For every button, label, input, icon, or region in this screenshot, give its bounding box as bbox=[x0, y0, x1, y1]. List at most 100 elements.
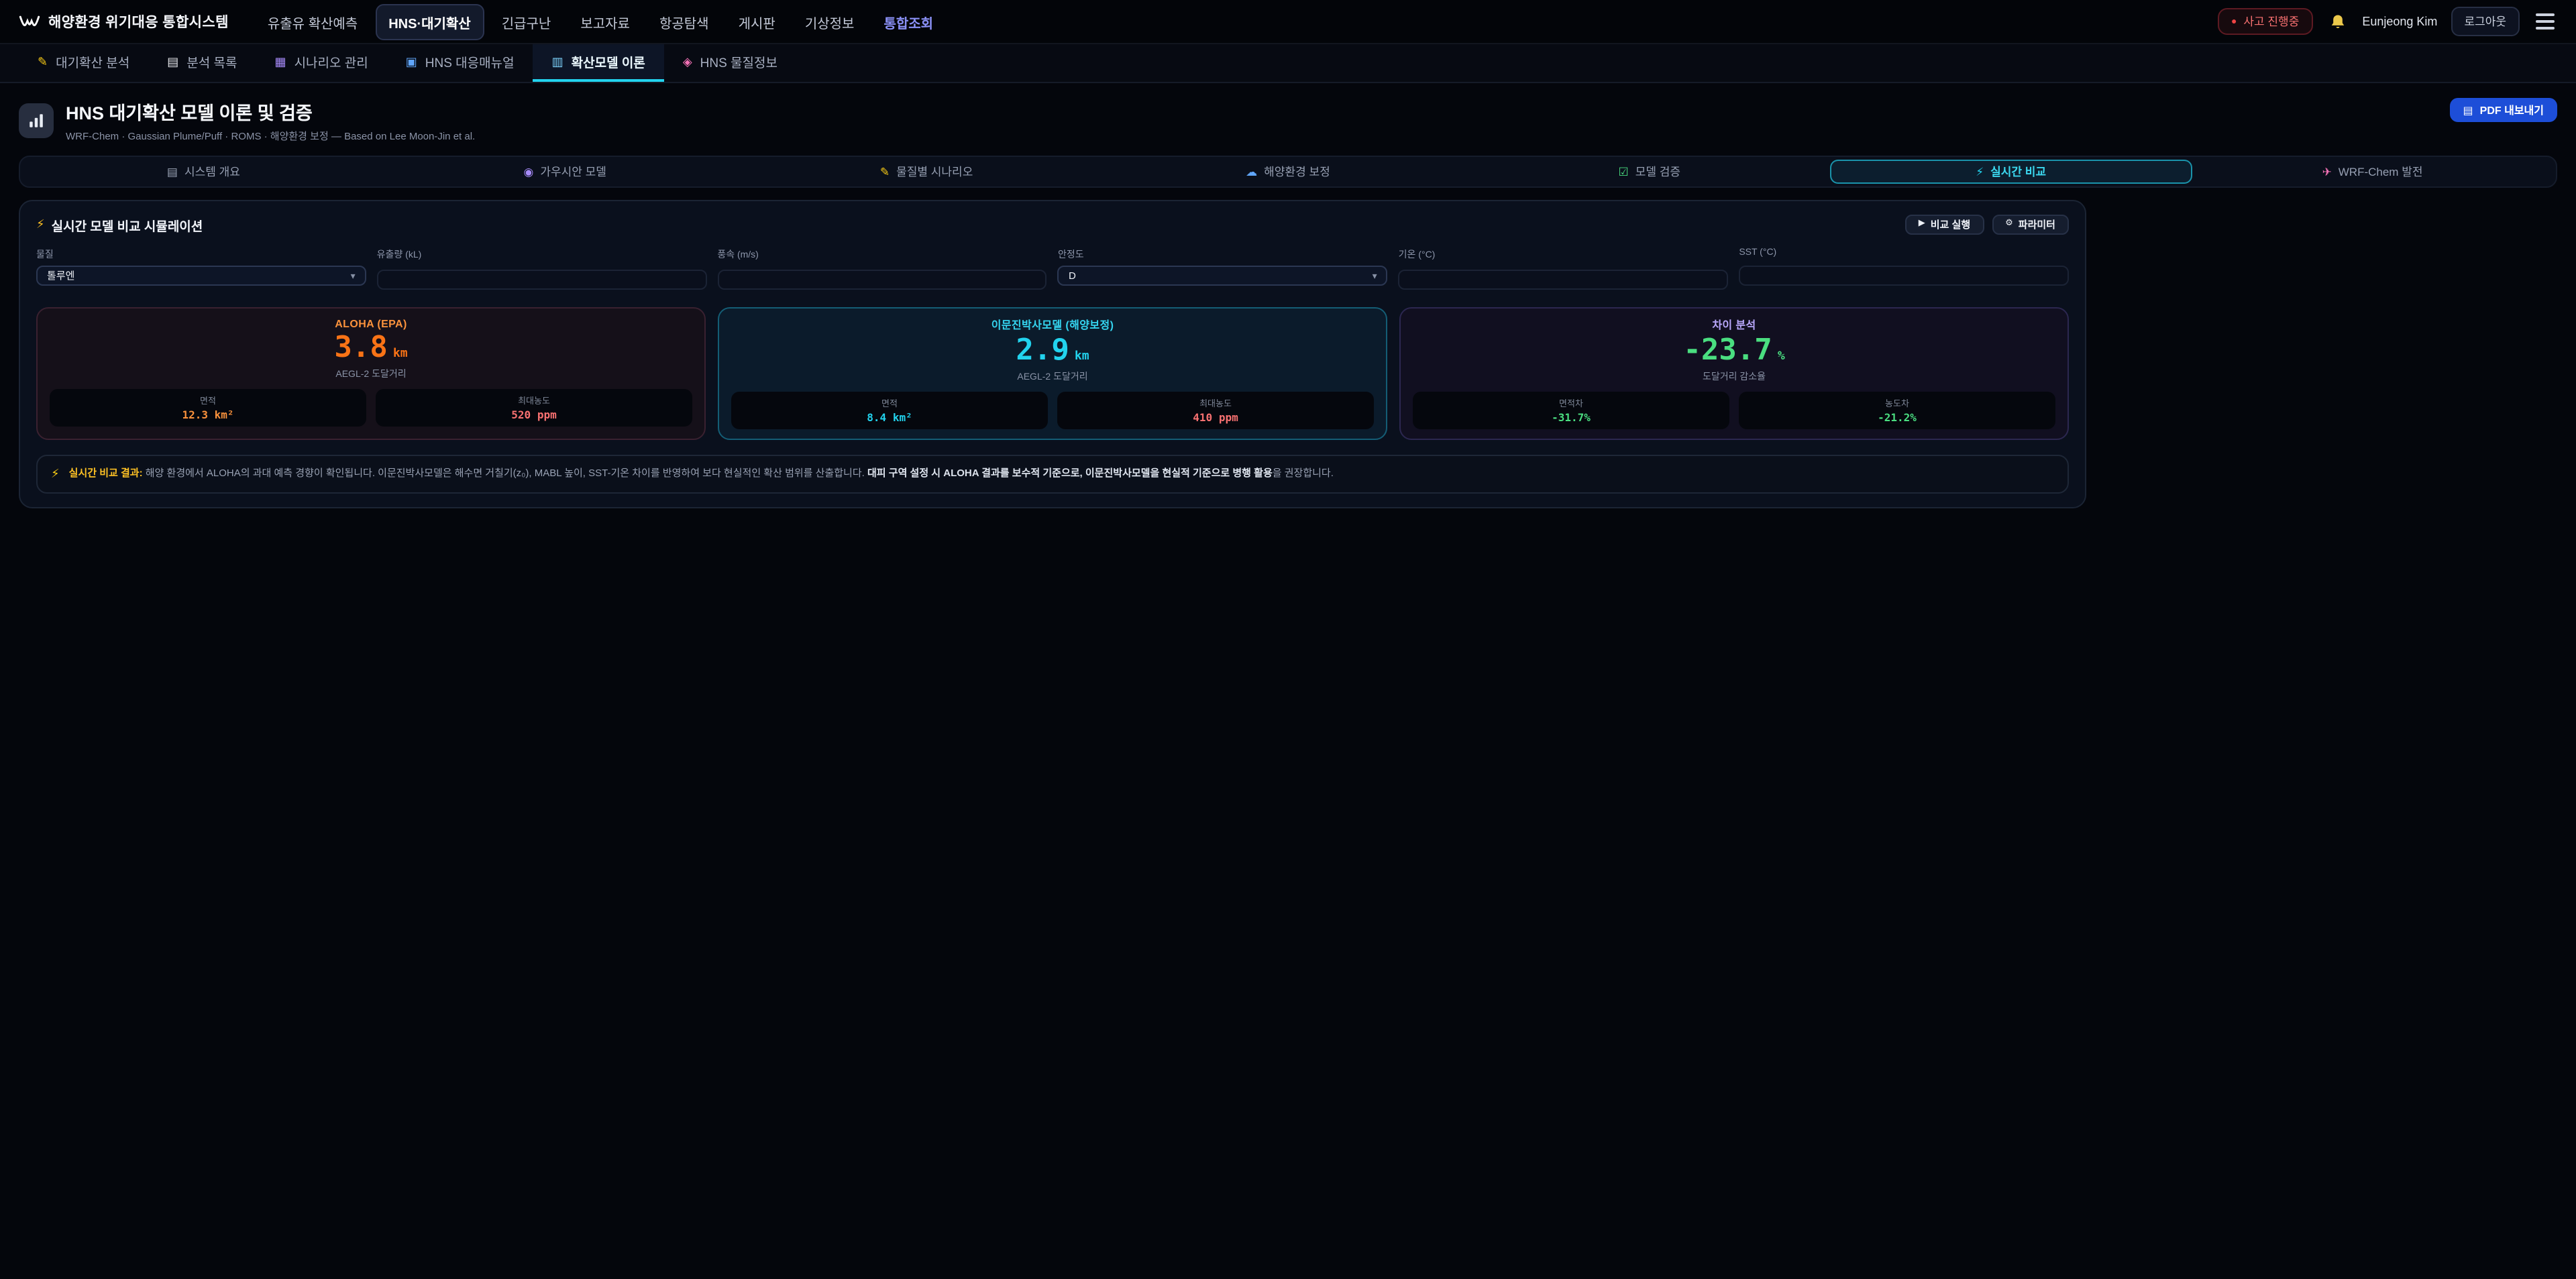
nav-item-board[interactable]: 게시판 bbox=[727, 5, 788, 38]
tab-label: 대기확산 분석 bbox=[56, 52, 129, 71]
tab-label: 확산모델 이론 bbox=[572, 52, 645, 71]
section-item-marine-correction[interactable]: ☁ 해양환경 보정 bbox=[1108, 160, 1469, 184]
comparison-note-text: 실시간 비교 결과: 해양 환경에서 ALOHA의 과대 예측 경향이 확인됩니… bbox=[69, 465, 1334, 481]
model-card-aloha: ALOHA (EPA) 3.8 km AEGL-2 도달거리 면적 12.3 k… bbox=[36, 307, 706, 440]
stability-select[interactable]: D ▾ bbox=[1058, 266, 1388, 286]
card-value: 3.8 km bbox=[50, 334, 692, 364]
air-temperature-label: 기온 (°C) bbox=[1399, 248, 1729, 262]
nav-item-emergency-rescue[interactable]: 긴급구난 bbox=[490, 5, 564, 38]
pencil-icon: ✎ bbox=[38, 56, 48, 68]
card-title: 이문진박사모델 (해양보정) bbox=[731, 318, 1374, 333]
card-title: 차이 분석 bbox=[1413, 318, 2055, 333]
sst-label: SST (°C) bbox=[1739, 248, 2069, 258]
lightning-icon: ⚡ bbox=[36, 217, 45, 232]
pdf-export-button[interactable]: ▤ PDF 내보내기 bbox=[2450, 98, 2557, 122]
control-air-temperature: 기온 (°C) bbox=[1399, 248, 1729, 290]
incident-status-badge[interactable]: ● 사고 진행중 bbox=[2218, 8, 2312, 35]
section-item-realtime-comparison[interactable]: ⚡ 실시간 비교 bbox=[1830, 160, 2192, 184]
wind-speed-label: 풍속 (m/s) bbox=[717, 248, 1047, 262]
simulation-controls: 물질 톨루엔 ▾ 유출량 (kL) 풍속 (m/s) 안정도 D ▾ bbox=[36, 248, 2069, 290]
pencil-icon: ✎ bbox=[880, 166, 890, 178]
section-item-wrf-chem[interactable]: ✈ WRF-Chem 발전 bbox=[2192, 160, 2553, 184]
substance-select[interactable]: 톨루엔 ▾ bbox=[36, 266, 366, 286]
topnav-right: ● 사고 진행중 Eunjeong Kim 로그아웃 bbox=[2218, 7, 2557, 36]
sst-input[interactable] bbox=[1739, 266, 2069, 286]
logout-button[interactable]: 로그아웃 bbox=[2451, 7, 2520, 36]
page-subtitle: WRF-Chem · Gaussian Plume/Puff · ROMS · … bbox=[66, 129, 475, 144]
stability-select-value: D bbox=[1069, 270, 1076, 282]
section-item-substance-scenarios[interactable]: ✎ 물질별 시나리오 bbox=[746, 160, 1108, 184]
substance-select-value: 톨루엔 bbox=[47, 268, 74, 283]
tab-label: HNS 물질정보 bbox=[700, 52, 777, 71]
stat-max-concentration: 최대농도 410 ppm bbox=[1057, 392, 1374, 429]
nav-item-weather[interactable]: 기상정보 bbox=[793, 5, 867, 38]
tab-atmospheric-analysis[interactable]: ✎ 대기확산 분석 bbox=[19, 44, 148, 82]
air-temperature-input[interactable] bbox=[1399, 270, 1729, 290]
overview-icon: ▤ bbox=[167, 166, 178, 178]
page-header-left: HNS 대기확산 모델 이론 및 검증 WRF-Chem · Gaussian … bbox=[19, 98, 475, 144]
spill-volume-input[interactable] bbox=[377, 270, 707, 290]
menu-button[interactable] bbox=[2533, 11, 2557, 32]
substance-label: 물질 bbox=[36, 248, 366, 262]
top-navigation: 해양환경 위기대응 통합시스템 유출유 확산예측 HNS·대기확산 긴급구난 보… bbox=[0, 0, 2576, 44]
card-value: -23.7 % bbox=[1413, 337, 2055, 366]
card-stats: 면적 12.3 km² 최대농도 520 ppm bbox=[50, 389, 692, 427]
tab-hns-substance-info[interactable]: ◈ HNS 물질정보 bbox=[664, 44, 796, 82]
check-icon: ☑ bbox=[1619, 166, 1629, 178]
pdf-export-label: PDF 내보내기 bbox=[2480, 103, 2544, 117]
wind-speed-input[interactable] bbox=[717, 270, 1047, 290]
card-caption: AEGL-2 도달거리 bbox=[50, 368, 692, 381]
tab-analysis-list[interactable]: ▤ 분석 목록 bbox=[148, 44, 256, 82]
tab-diffusion-model-theory[interactable]: ▥ 확산모델 이론 bbox=[533, 44, 664, 82]
section-item-system-overview[interactable]: ▤ 시스템 개요 bbox=[23, 160, 384, 184]
cloud-icon: ☁ bbox=[1246, 166, 1257, 178]
tab-scenario-management[interactable]: ▦ 시나리오 관리 bbox=[256, 44, 387, 82]
panel-header: ⚡ 실시간 모델 비교 시뮬레이션 ▶ 비교 실행 ⚙ 파라미터 bbox=[36, 215, 2069, 235]
comparison-cards: ALOHA (EPA) 3.8 km AEGL-2 도달거리 면적 12.3 k… bbox=[36, 307, 2069, 440]
section-item-gaussian-model[interactable]: ◉ 가우시안 모델 bbox=[384, 160, 746, 184]
model-card-leemoonjin: 이문진박사모델 (해양보정) 2.9 km AEGL-2 도달거리 면적 8.4… bbox=[718, 307, 1387, 440]
section-item-model-validation[interactable]: ☑ 모델 검증 bbox=[1468, 160, 1830, 184]
run-comparison-button[interactable]: ▶ 비교 실행 bbox=[1905, 215, 1984, 235]
sub-tab-bar: ✎ 대기확산 분석 ▤ 분석 목록 ▦ 시나리오 관리 ▣ HNS 대응매뉴얼 … bbox=[0, 44, 2576, 83]
control-substance: 물질 톨루엔 ▾ bbox=[36, 248, 366, 290]
section-nav: ▤ 시스템 개요 ◉ 가우시안 모델 ✎ 물질별 시나리오 ☁ 해양환경 보정 … bbox=[19, 156, 2557, 188]
nav-item-integrated-search[interactable]: 통합조회 bbox=[871, 5, 945, 38]
flask-icon: ◈ bbox=[683, 56, 692, 68]
parameters-button[interactable]: ⚙ 파라미터 bbox=[1992, 215, 2069, 235]
nav-item-reports[interactable]: 보고자료 bbox=[568, 5, 642, 38]
rocket-icon: ✈ bbox=[2322, 166, 2332, 178]
tab-label: 시나리오 관리 bbox=[294, 52, 368, 71]
control-stability: 안정도 D ▾ bbox=[1058, 248, 1388, 290]
stat-area-diff: 면적차 -31.7% bbox=[1413, 392, 1729, 429]
tab-label: 분석 목록 bbox=[186, 52, 237, 71]
stat-area: 면적 12.3 km² bbox=[50, 389, 366, 427]
card-caption: AEGL-2 도달거리 bbox=[731, 370, 1374, 384]
gear-icon: ⚙ bbox=[2005, 221, 2013, 229]
user-name: Eunjeong Kim bbox=[2362, 15, 2437, 28]
app-logo-icon bbox=[19, 13, 40, 30]
section-label: 시스템 개요 bbox=[184, 164, 240, 180]
diff-analysis-card: 차이 분석 -23.7 % 도달거리 감소율 면적차 -31.7% 농도차 -2… bbox=[1399, 307, 2069, 440]
section-label: 해양환경 보정 bbox=[1264, 164, 1330, 180]
card-stats: 면적 8.4 km² 최대농도 410 ppm bbox=[731, 392, 1374, 429]
card-value: 2.9 km bbox=[731, 337, 1374, 366]
book-icon: ▣ bbox=[406, 56, 417, 68]
chevron-down-icon: ▾ bbox=[351, 270, 356, 281]
control-spill-volume: 유출량 (kL) bbox=[377, 248, 707, 290]
comparison-note: ⚡ 실시간 비교 결과: 해양 환경에서 ALOHA의 과대 예측 경향이 확인… bbox=[36, 455, 2069, 493]
status-dot-icon: ● bbox=[2231, 17, 2237, 26]
document-icon: ▤ bbox=[2463, 104, 2473, 116]
nav-item-aerial-search[interactable]: 항공탐색 bbox=[647, 5, 721, 38]
nav-item-oil-spill[interactable]: 유출유 확산예측 bbox=[256, 5, 370, 38]
panel-title-text: 실시간 모델 비교 시뮬레이션 bbox=[52, 215, 203, 234]
nav-item-hns-atmospheric[interactable]: HNS·대기확산 bbox=[375, 3, 484, 40]
card-caption: 도달거리 감소율 bbox=[1413, 370, 2055, 384]
tab-hns-response-manual[interactable]: ▣ HNS 대응매뉴얼 bbox=[387, 44, 533, 82]
notification-bell-button[interactable] bbox=[2326, 10, 2349, 33]
stat-area: 면적 8.4 km² bbox=[731, 392, 1048, 429]
app-title: 해양환경 위기대응 통합시스템 bbox=[48, 11, 229, 32]
control-wind-speed: 풍속 (m/s) bbox=[717, 248, 1047, 290]
bar-chart-icon bbox=[27, 111, 46, 130]
run-comparison-label: 비교 실행 bbox=[1931, 217, 1970, 232]
